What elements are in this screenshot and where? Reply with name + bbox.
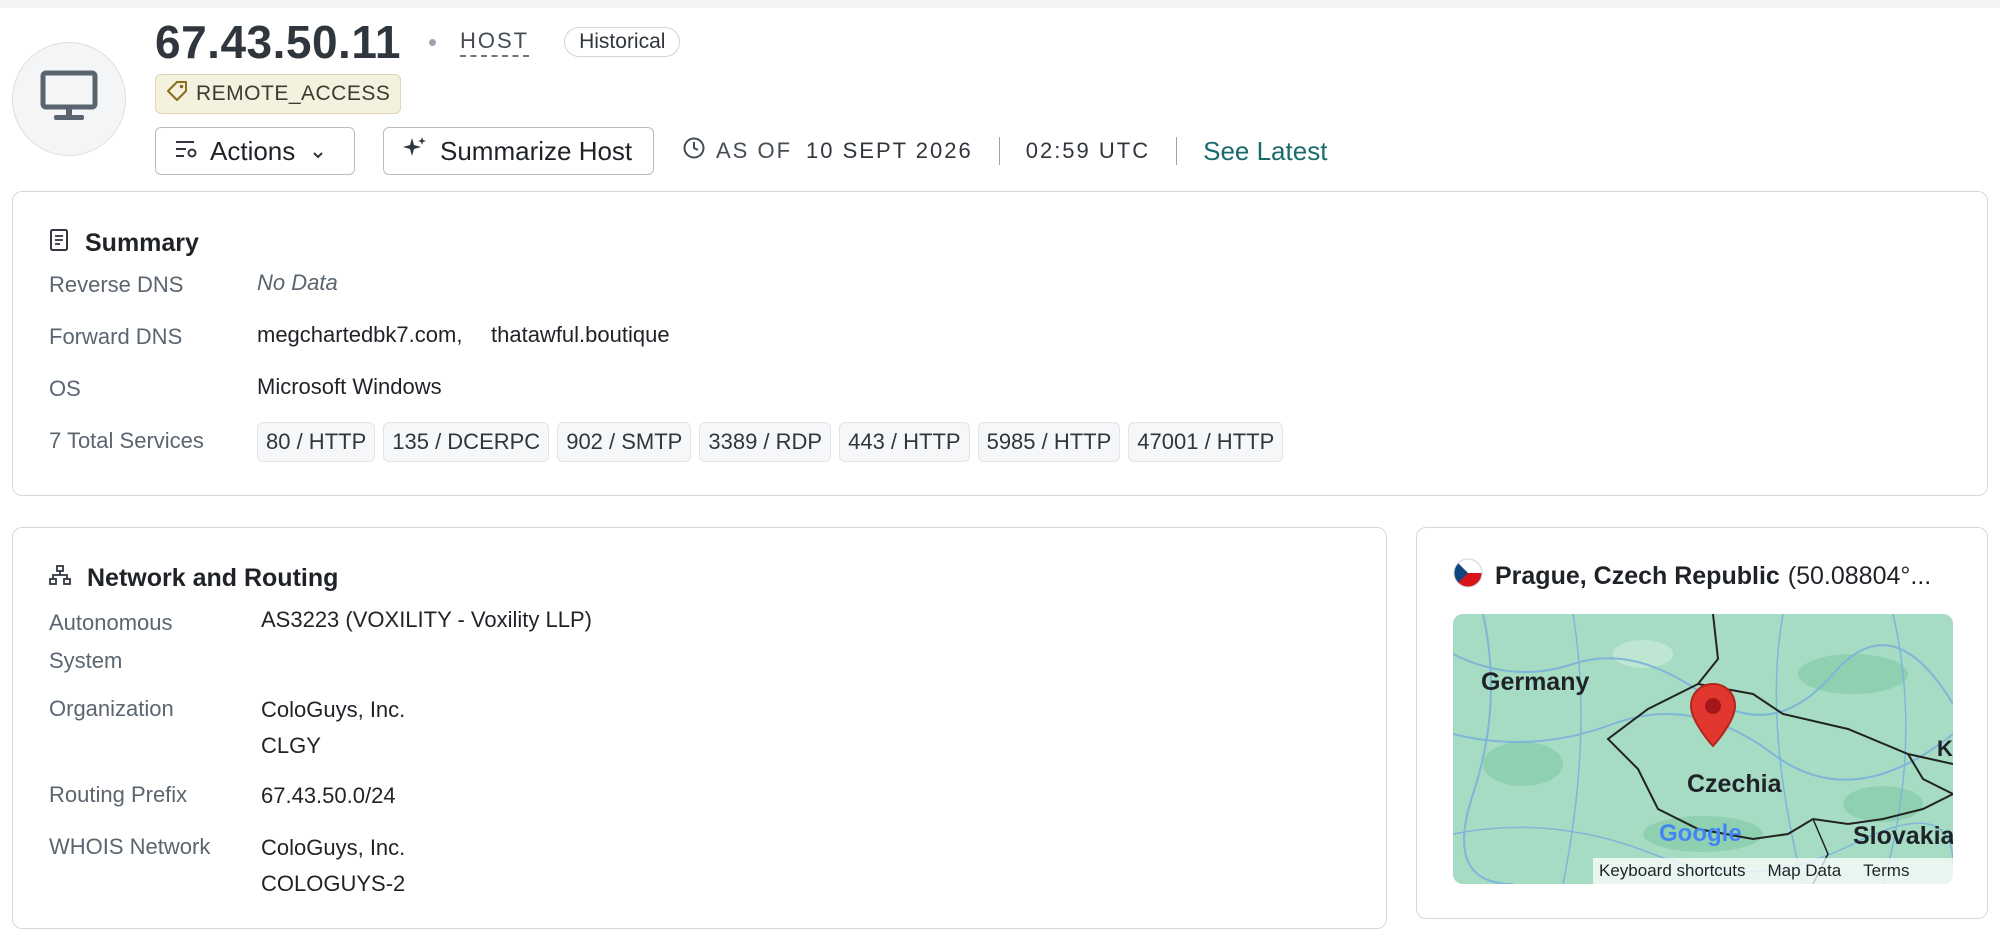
summary-card: Summary Reverse DNS No Data Forward DNS … (12, 191, 1988, 496)
remote-access-tag[interactable]: REMOTE_ACCESS (155, 74, 402, 114)
reverse-dns-label: Reverse DNS (49, 272, 184, 297)
keyboard-shortcuts-link[interactable]: Keyboard shortcuts (1599, 861, 1745, 881)
service-chip[interactable]: 80 / HTTP (257, 422, 376, 462)
divider (1176, 137, 1178, 165)
as-of-label: AS OF (716, 138, 793, 163)
label-line: System (49, 648, 123, 673)
summary-heading: Summary (49, 228, 199, 259)
organization-label: Organization (49, 696, 174, 721)
forward-dns-link[interactable]: megchartedbk7.com, (257, 322, 462, 348)
terms-link[interactable]: Terms (1863, 861, 1909, 881)
forward-dns-label: Forward DNS (49, 324, 183, 349)
org-id: CLGY (261, 733, 321, 758)
top-strip (0, 0, 2000, 8)
location-card: Prague, Czech Republic (50.08804°... Ger… (1416, 527, 1988, 919)
actions-label: Actions (210, 135, 296, 166)
czech-flag-icon (1453, 558, 1483, 595)
see-latest-link[interactable]: See Latest (1203, 136, 1327, 167)
actions-button[interactable]: Actions (155, 127, 355, 175)
sparkle-icon (402, 135, 440, 168)
host-ip: 67.43.50.11 (155, 16, 401, 68)
label-line: Autonomous (49, 610, 173, 635)
whois-network-value: ColoGuys, Inc. COLOGUYS-2 (261, 830, 405, 902)
network-icon (49, 564, 87, 593)
autonomous-system-value[interactable]: AS3223 (VOXILITY - Voxility LLP) (261, 602, 592, 638)
service-chip[interactable]: 3389 / RDP (699, 422, 832, 462)
summarize-host-button[interactable]: Summarize Host (383, 127, 654, 175)
forward-dns-link[interactable]: thatawful.boutique (491, 322, 670, 348)
chevron-down-icon (311, 136, 337, 167)
tag-icon (166, 80, 196, 108)
host-avatar (12, 42, 126, 156)
organization-value: ColoGuys, Inc. CLGY (261, 692, 405, 764)
map-label-edge: K (1937, 736, 1953, 761)
document-icon (49, 228, 85, 259)
title-row: 67.43.50.11 HOST Historical (155, 14, 681, 70)
location-heading: Prague, Czech Republic (50.08804°... (1453, 558, 1931, 595)
as-of-bar: AS OF 10 SEPT 2026 02:59 UTC See Latest (682, 127, 1327, 175)
network-heading: Network and Routing (49, 564, 338, 593)
whois-id: COLOGUYS-2 (261, 871, 406, 896)
os-label: OS (49, 376, 81, 401)
map-label-czechia: Czechia (1687, 770, 1782, 798)
location-coords: (50.08804°... (1787, 562, 1932, 590)
separator-dot (428, 38, 436, 46)
actions-icon (174, 136, 210, 167)
map-footer: Keyboard shortcuts Map Data Terms (1593, 858, 1953, 884)
service-chip[interactable]: 443 / HTTP (839, 422, 970, 462)
tag-label: REMOTE_ACCESS (196, 82, 391, 105)
as-of-date[interactable]: 10 SEPT 2026 (806, 138, 973, 164)
whois-name[interactable]: ColoGuys, Inc. (261, 830, 405, 866)
network-routing-card: Network and Routing Autonomous System AS… (12, 527, 1387, 929)
org-name[interactable]: ColoGuys, Inc. (261, 692, 405, 728)
service-chip[interactable]: 5985 / HTTP (977, 422, 1121, 462)
routing-prefix-label: Routing Prefix (49, 782, 188, 807)
location-city: Prague, Czech Republic (1495, 562, 1780, 590)
host-type-label[interactable]: HOST (459, 28, 530, 57)
historical-badge: Historical (564, 27, 681, 57)
service-chip[interactable]: 902 / SMTP (557, 422, 692, 462)
autonomous-system-label: Autonomous System (49, 604, 173, 680)
google-logo: Google (1659, 820, 1742, 847)
clock-icon (682, 136, 706, 166)
service-chip[interactable]: 47001 / HTTP (1128, 422, 1284, 462)
services-list: 80 / HTTP 135 / DCERPC 902 / SMTP 3389 /… (257, 422, 1291, 462)
map-pin-icon[interactable] (1689, 682, 1737, 753)
monitor-icon (40, 70, 98, 129)
reverse-dns-value: No Data (257, 270, 338, 295)
map-label-slovakia: Slovakia (1853, 822, 1953, 850)
services-label: 7 Total Services (49, 428, 204, 453)
divider (998, 137, 1000, 165)
network-title: Network and Routing (87, 564, 339, 592)
as-of-time[interactable]: 02:59 UTC (1026, 138, 1150, 164)
routing-prefix-value[interactable]: 67.43.50.0/24 (261, 778, 396, 814)
map-data-link[interactable]: Map Data (1767, 861, 1841, 881)
map-label-germany: Germany (1481, 668, 1590, 696)
location-map[interactable]: Germany Czechia Slovakia K Google Keyboa… (1453, 614, 1953, 884)
summary-title: Summary (85, 229, 199, 257)
service-chip[interactable]: 135 / DCERPC (383, 422, 550, 462)
os-value: Microsoft Windows (257, 374, 442, 399)
summarize-host-label: Summarize Host (440, 135, 633, 166)
whois-network-label: WHOIS Network (49, 834, 211, 859)
